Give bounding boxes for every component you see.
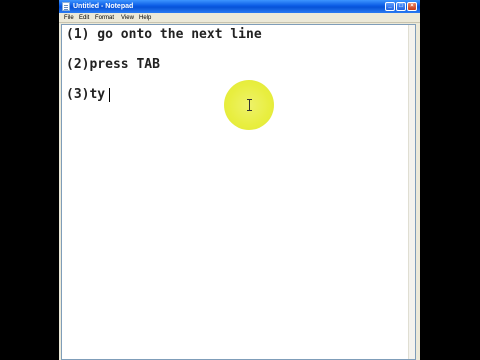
- minimize-button[interactable]: _: [385, 2, 395, 11]
- menu-file[interactable]: File: [64, 15, 74, 21]
- maximize-button[interactable]: □: [396, 2, 406, 11]
- title-bar[interactable]: Untitled - Notepad _ □ ×: [59, 0, 420, 13]
- text-caret: [109, 88, 110, 102]
- menu-edit[interactable]: Edit: [79, 15, 89, 21]
- window-title: Untitled - Notepad: [73, 3, 134, 10]
- editor-line-2: (2)press TAB: [66, 57, 160, 72]
- notepad-window: Untitled - Notepad _ □ × File Edit Forma…: [59, 0, 420, 360]
- ibeam-cursor-icon: [247, 99, 252, 111]
- vertical-scrollbar[interactable]: [408, 25, 415, 359]
- menu-bar: File Edit Format View Help: [59, 13, 420, 23]
- editor-line-3: (3)ty: [66, 87, 106, 102]
- menu-help[interactable]: Help: [139, 15, 151, 21]
- close-button[interactable]: ×: [407, 2, 417, 11]
- text-editor-area[interactable]: (1) go onto the next line (2)press TAB (…: [61, 24, 416, 360]
- editor-line-1: (1) go onto the next line: [66, 27, 262, 42]
- menu-format[interactable]: Format: [95, 15, 114, 21]
- menu-view[interactable]: View: [121, 15, 134, 21]
- notepad-icon[interactable]: [62, 2, 70, 11]
